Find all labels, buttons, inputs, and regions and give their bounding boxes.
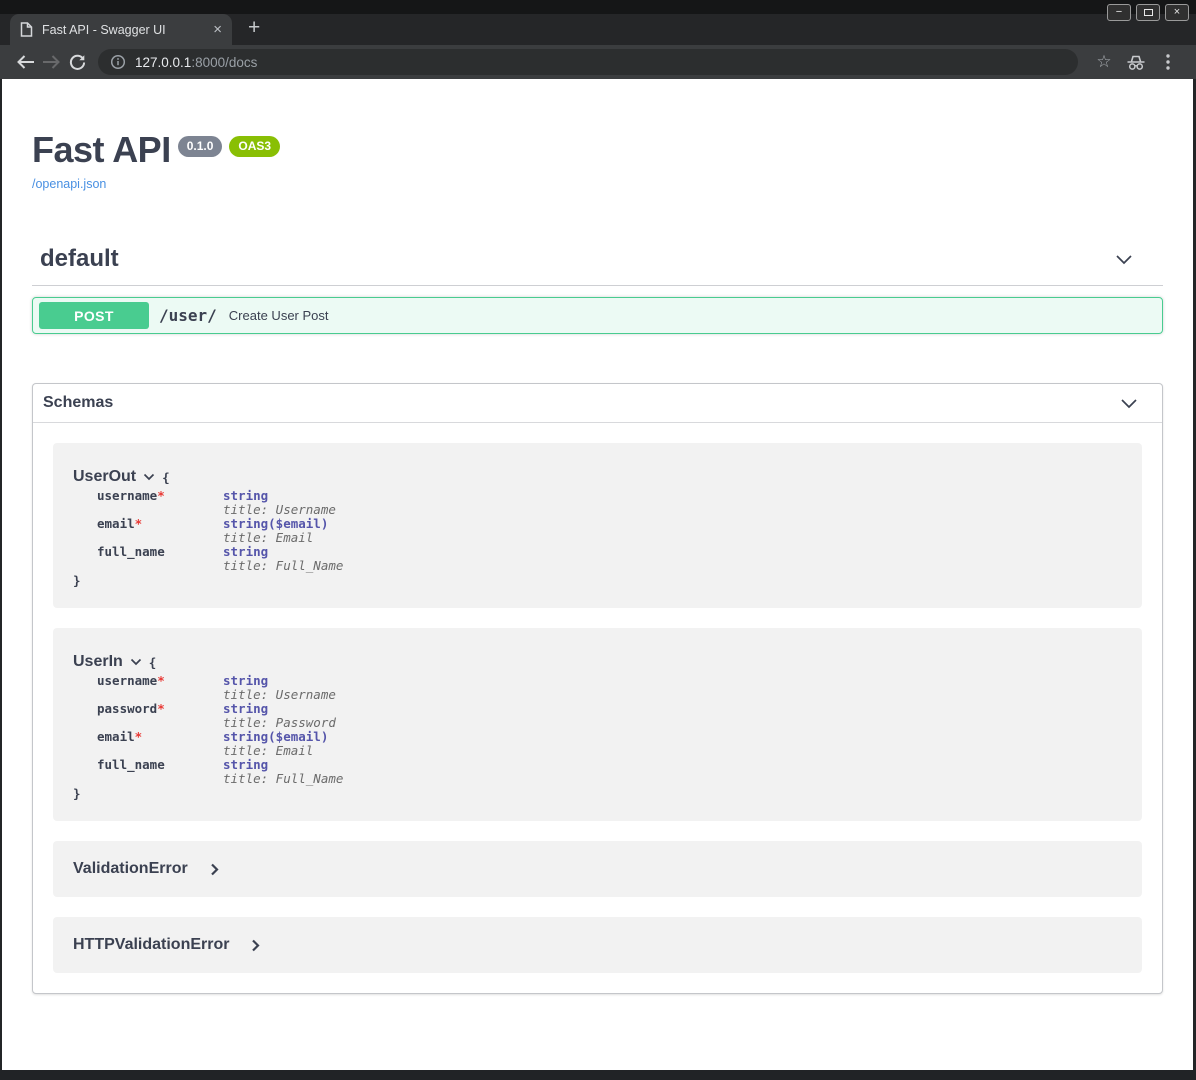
window-controls: − × — [1107, 4, 1189, 21]
operation-summary: Create User Post — [229, 308, 329, 323]
oas3-badge: OAS3 — [229, 136, 280, 157]
property-name: password — [97, 701, 157, 716]
required-star: * — [157, 673, 165, 688]
property-title: title: Username — [223, 688, 343, 702]
tag-title: default — [40, 245, 119, 273]
property-row: email* string($email)title: Email — [73, 730, 343, 758]
property-type: string — [223, 702, 343, 716]
minimize-icon: − — [1116, 7, 1122, 18]
required-star: * — [157, 488, 165, 503]
model-userin: UserIn { username* stringtitle: Username… — [53, 628, 1142, 821]
page-title: Fast API — [32, 129, 171, 171]
address-bar[interactable]: 127.0.0.1:8000/docs — [98, 49, 1078, 75]
forward-icon[interactable] — [38, 54, 64, 70]
property-name: email — [97, 516, 135, 531]
close-brace: } — [73, 573, 1122, 588]
window-titlebar: − × — [0, 0, 1196, 14]
post-method-button[interactable]: POST — [39, 302, 149, 329]
model-httpvalidationerror[interactable]: HTTPValidationError — [53, 917, 1142, 973]
property-type: string — [223, 489, 343, 503]
model-name: UserOut — [73, 468, 136, 486]
chevron-right-icon[interactable] — [210, 863, 219, 876]
close-button[interactable]: × — [1165, 4, 1189, 21]
property-row: email* string($email)title: Email — [73, 517, 343, 545]
property-row: password* stringtitle: Password — [73, 702, 343, 730]
property-type: string($email) — [223, 517, 343, 531]
operation-path: /user/ — [159, 306, 217, 325]
model-userin-header[interactable]: UserIn { — [73, 653, 1122, 671]
minimize-button[interactable]: − — [1107, 4, 1131, 21]
property-title: title: Password — [223, 716, 343, 730]
property-type: string — [223, 758, 343, 772]
maximize-icon — [1144, 9, 1153, 16]
opblock-post-user[interactable]: POST /user/ Create User Post — [32, 297, 1163, 334]
tab-strip: Fast API - Swagger UI × + — [0, 14, 1196, 45]
page-info-icon[interactable] — [110, 54, 126, 70]
browser-tab[interactable]: Fast API - Swagger UI × — [10, 14, 232, 45]
new-tab-button[interactable]: + — [248, 16, 260, 40]
schemas-header[interactable]: Schemas — [33, 384, 1162, 423]
property-name: full_name — [97, 544, 165, 559]
model-userout: UserOut { username* stringtitle: Usernam… — [53, 443, 1142, 608]
bookmark-star-icon[interactable]: ☆ — [1088, 52, 1120, 72]
property-name: username — [97, 488, 157, 503]
chevron-down-icon[interactable] — [143, 473, 155, 481]
model-name: HTTPValidationError — [73, 936, 229, 954]
version-badge: 0.1.0 — [178, 136, 223, 157]
swagger-page: Fast API0.1.0OAS3 /openapi.json default … — [2, 79, 1193, 994]
required-star: * — [135, 516, 143, 531]
property-title: title: Full_Name — [223, 772, 343, 786]
tag-section-default[interactable]: default — [32, 245, 1163, 286]
document-icon — [20, 22, 33, 37]
model-name: ValidationError — [73, 860, 188, 878]
url-host: 127.0.0.1 — [135, 55, 191, 70]
property-row: full_name stringtitle: Full_Name — [73, 545, 343, 573]
schemas-title: Schemas — [43, 394, 113, 412]
schemas-section: Schemas UserOut { — [32, 383, 1163, 994]
model-validationerror[interactable]: ValidationError — [53, 841, 1142, 897]
reload-icon[interactable] — [64, 54, 90, 71]
browser-viewport: Fast API0.1.0OAS3 /openapi.json default … — [0, 79, 1196, 1070]
property-name: email — [97, 729, 135, 744]
chevron-down-icon[interactable] — [1120, 398, 1138, 409]
model-properties: username* stringtitle: Username email* s… — [73, 489, 343, 573]
required-star: * — [157, 701, 165, 716]
property-type: string($email) — [223, 730, 343, 744]
openapi-spec-link[interactable]: /openapi.json — [32, 177, 1163, 191]
chevron-right-icon[interactable] — [251, 939, 260, 952]
property-name: username — [97, 673, 157, 688]
tab-title: Fast API - Swagger UI — [42, 23, 204, 37]
required-star: * — [135, 729, 143, 744]
back-icon[interactable] — [12, 54, 38, 70]
url-text: 127.0.0.1:8000/docs — [135, 55, 257, 70]
chevron-down-icon[interactable] — [130, 658, 142, 666]
tab-close-icon[interactable]: × — [213, 21, 222, 38]
property-type: string — [223, 545, 343, 559]
property-row: username* stringtitle: Username — [73, 674, 343, 702]
property-title: title: Email — [223, 531, 343, 545]
open-brace: { — [149, 655, 157, 670]
api-info-section: Fast API 0.1.0 OAS3 /openapi.json — [32, 79, 1163, 191]
browser-toolbar: 127.0.0.1:8000/docs ☆ — [0, 45, 1196, 79]
model-properties: username* stringtitle: Username password… — [73, 674, 343, 786]
menu-icon[interactable] — [1152, 54, 1184, 70]
close-icon: × — [1174, 7, 1180, 18]
window-bottom-edge — [0, 1070, 1196, 1080]
model-userout-header[interactable]: UserOut { — [73, 468, 1122, 486]
maximize-button[interactable] — [1136, 4, 1160, 21]
property-title: title: Username — [223, 503, 343, 517]
open-brace: { — [162, 470, 170, 485]
schemas-body: UserOut { username* stringtitle: Usernam… — [33, 423, 1162, 993]
close-brace: } — [73, 786, 1122, 801]
model-name: UserIn — [73, 653, 123, 671]
property-row: full_name stringtitle: Full_Name — [73, 758, 343, 786]
property-row: username* stringtitle: Username — [73, 489, 343, 517]
property-type: string — [223, 674, 343, 688]
url-path: :8000/docs — [191, 55, 257, 70]
chevron-down-icon[interactable] — [1115, 254, 1133, 265]
property-name: full_name — [97, 757, 165, 772]
property-title: title: Email — [223, 744, 343, 758]
property-title: title: Full_Name — [223, 559, 343, 573]
incognito-icon — [1120, 54, 1152, 71]
